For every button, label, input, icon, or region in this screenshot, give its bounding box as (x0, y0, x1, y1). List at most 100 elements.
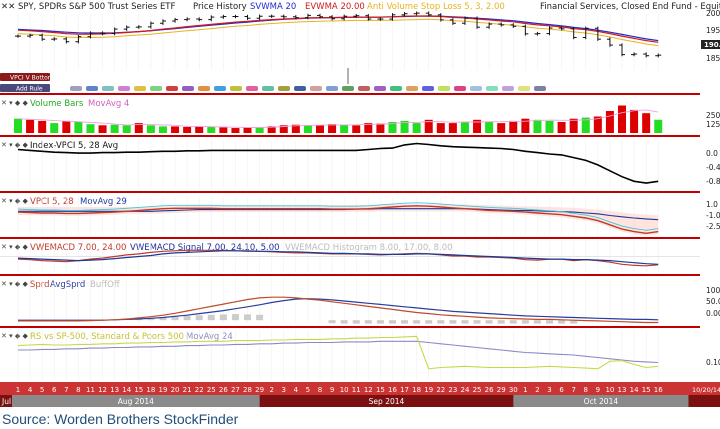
buffoff-bar (376, 320, 384, 324)
sprd-tick-0: 100 (706, 286, 720, 295)
day-label: 13 (618, 386, 627, 394)
buffoff-bar (533, 320, 541, 324)
day-label: 30 (509, 386, 518, 394)
sector-label: Financial Services, Closed End Fund - Eq… (540, 2, 720, 12)
buffoff-bar (183, 315, 191, 321)
mode-label: Price History (193, 2, 247, 12)
month-label: Sep 2014 (369, 397, 405, 406)
day-label: 13 (110, 386, 119, 394)
volume-bar (485, 122, 494, 133)
day-label: 7 (571, 386, 575, 394)
day-label: 22 (195, 386, 204, 394)
panel-controls-icon[interactable]: ✕ ▾ ◆ ◆ (1, 99, 28, 107)
day-label: 8 (76, 386, 80, 394)
sprd-tick-2: 0.00 (706, 309, 720, 318)
toolbar-icons[interactable]: ✕✕ (1, 2, 15, 12)
stockfinder-chart: ✕✕ SPY, SPDRs S&P 500 Trust Series ETF P… (0, 0, 720, 410)
volume-bar (110, 124, 119, 133)
day-label: 14 (630, 386, 639, 394)
day-label: 10 (605, 386, 614, 394)
movavg-label: MovAvg 4 (88, 99, 129, 109)
day-label: 16 (388, 386, 397, 394)
day-label: 22 (436, 386, 445, 394)
date-axis: 1 4 5 6 7 8 11 12 13 14 15 18 19 20 21 22 25 26 27 28 29 2 3 4 5… (0, 382, 720, 407)
volume-bar (618, 105, 626, 133)
month-label: Jul (1, 397, 11, 406)
vpci-v-bottom-tag[interactable]: VPCI V Bottom (0, 73, 54, 82)
volume-bar (183, 126, 192, 133)
index-tick-0: 0.0 (706, 149, 718, 158)
price-tick-1: 195 (706, 26, 720, 35)
index-tick-1: -0.4 (706, 163, 720, 172)
buffoff-label: BuffOff (90, 280, 121, 290)
ticker-label: SPY, SPDRs S&P 500 Trust Series ETF (18, 2, 176, 12)
day-label: 10 (340, 386, 349, 394)
volume-tick-1: 125 (706, 120, 720, 129)
day-label: 3 (547, 386, 551, 394)
day-label: 5 (40, 386, 44, 394)
volume-bar (74, 122, 83, 133)
end-date-label: 10/20/14 (692, 386, 720, 394)
volume-bar (98, 125, 107, 133)
panel-controls-icon[interactable]: ✕ ▾ ◆ ◆ (1, 280, 28, 288)
buffoff-bar (521, 320, 529, 324)
volume-bar (557, 122, 566, 133)
day-label: 3 (282, 386, 286, 394)
volume-bar (545, 120, 554, 133)
vpci-avg-label: MovAvg 29 (80, 197, 127, 207)
buffoff-bar (413, 320, 421, 324)
buffoff-bar (171, 316, 179, 321)
day-label: 2 (535, 386, 539, 394)
day-label: 11 (352, 386, 361, 394)
day-label: 4 (28, 386, 33, 394)
rs-avg-label: MovAvg 24 (186, 332, 233, 342)
buffoff-bar (509, 320, 517, 324)
volume-tick-0: 250 (706, 111, 720, 120)
buffoff-bar (219, 314, 227, 321)
buffoff-bar (461, 320, 469, 324)
index-tick-2: -0.8 (706, 177, 720, 186)
day-label: 5 (306, 386, 310, 394)
tag-label-1: Add Rule (16, 86, 43, 93)
panel-controls-icon[interactable]: ✕ ▾ ◆ ◆ (1, 197, 28, 205)
buffoff-bar (207, 314, 215, 321)
add-rule-tag[interactable]: Add Rule (0, 84, 50, 93)
buffoff-bar (352, 320, 360, 324)
day-label: 9 (330, 386, 334, 394)
day-label: 26 (485, 386, 494, 394)
volume-bar (497, 123, 506, 133)
buffoff-bar (244, 314, 252, 321)
stop-label: Anti Volume Stop Loss 5, 3, 2.00 (367, 2, 505, 12)
buffoff-bar (328, 320, 336, 324)
volume-bar (122, 125, 131, 133)
rs-label: RS vs SP-500, Standard & Poors 500 (30, 332, 184, 342)
day-label: 19 (158, 386, 167, 394)
day-label: 17 (400, 386, 409, 394)
day-label: 18 (146, 386, 155, 394)
day-label: 2 (269, 386, 273, 394)
buffoff-bar (401, 320, 409, 324)
panel-controls-icon[interactable]: ✕ ▾ ◆ ◆ (1, 141, 28, 149)
vpci-tick-1: -1.0 (706, 211, 720, 220)
panel-divider (0, 237, 700, 239)
buffoff-bar (388, 320, 396, 324)
day-label: 4 (294, 386, 299, 394)
volume-bar (86, 124, 95, 133)
price-tick-0: 200 (706, 9, 720, 18)
day-label: 6 (559, 386, 564, 394)
last-price-label: 190. (704, 41, 720, 49)
panel-divider (0, 135, 700, 137)
volume-bar (448, 123, 457, 133)
day-label: 15 (134, 386, 143, 394)
volume-bar (50, 123, 59, 133)
panel-controls-icon[interactable]: ✕ ▾ ◆ ◆ (1, 332, 28, 340)
panel-controls-icon[interactable]: ✕ ▾ ◆ ◆ (1, 243, 28, 251)
day-label: 24 (460, 386, 469, 394)
buffoff-bar (546, 320, 554, 324)
rs-tick-0: 0.10 (706, 358, 720, 367)
day-label: 6 (52, 386, 57, 394)
volume-bar (158, 126, 167, 133)
panel-divider (0, 326, 700, 328)
volume-bar (303, 125, 312, 133)
volume-bar (328, 124, 337, 133)
